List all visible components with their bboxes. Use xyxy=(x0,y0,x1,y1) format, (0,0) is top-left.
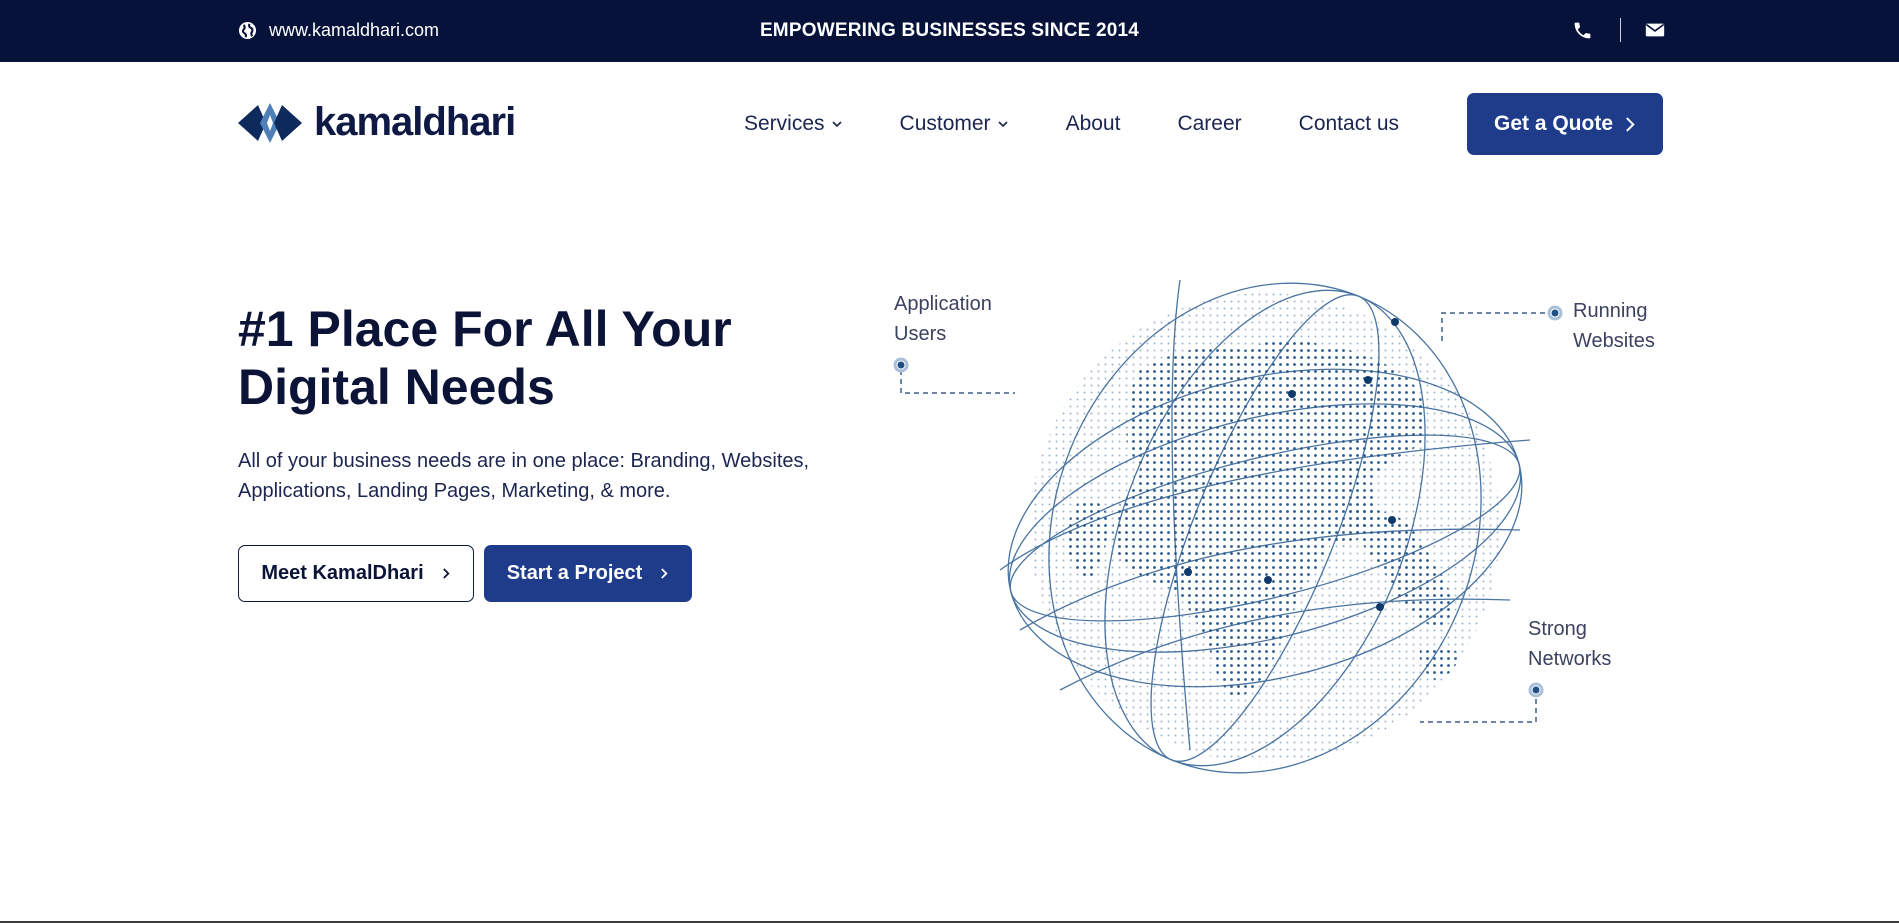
mail-icon[interactable] xyxy=(1643,18,1667,42)
top-bar: www.kamaldhari.com EMPOWERING BUSINESSES… xyxy=(0,0,1899,62)
button-label: Meet KamalDhari xyxy=(261,562,424,584)
logo-text: kamaldhari xyxy=(314,100,516,144)
callout-line: Websites xyxy=(1573,330,1655,352)
nav-item-label: Career xyxy=(1177,112,1242,135)
start-a-project-button[interactable]: Start a Project xyxy=(484,545,692,602)
callout-line: Strong xyxy=(1528,618,1587,640)
callout-line: Running xyxy=(1573,300,1648,322)
button-label: Start a Project xyxy=(506,562,643,584)
chevron-right-icon xyxy=(661,568,668,579)
callout-line: Users xyxy=(894,323,947,345)
callout-dot-networks xyxy=(1528,682,1544,698)
chevron-right-icon xyxy=(442,568,450,579)
hero-subtitle-line: All of your business needs are in one pl… xyxy=(238,450,810,472)
hero-title-line: #1 Place For All Your xyxy=(238,301,732,357)
logo-mark-icon xyxy=(238,102,302,143)
nav-item-contact[interactable]: Contact us xyxy=(1299,112,1399,136)
nav-item-label: Contact us xyxy=(1298,112,1400,135)
callout-dot-users xyxy=(893,357,909,373)
logo[interactable]: kamaldhari xyxy=(238,100,516,145)
callout-strong-networks: Strong Networks xyxy=(1528,614,1611,674)
nav-item-career[interactable]: Career xyxy=(1177,112,1241,136)
callout-dot-websites xyxy=(1547,305,1563,321)
callout-line: Application xyxy=(894,293,992,315)
nav-item-customer[interactable]: Customer xyxy=(900,112,1009,136)
callout-application-users: Application Users xyxy=(894,289,992,349)
globe-illustration xyxy=(999,279,1530,774)
hero-title: #1 Place For All Your Digital Needs xyxy=(238,300,878,416)
quote-button-label: Get a Quote xyxy=(1493,112,1614,135)
hero-title-line: Digital Needs xyxy=(238,359,555,415)
nav-item-about[interactable]: About xyxy=(1066,112,1121,136)
nav-item-label: About xyxy=(1065,112,1121,135)
nav-menu: Services Customer About Career Contact u… xyxy=(744,112,1399,136)
hero-subtitle: All of your business needs are in one pl… xyxy=(238,446,898,506)
meet-kamaldhari-button[interactable]: Meet KamalDhari xyxy=(238,545,474,602)
main-header: kamaldhari Services Customer About Caree… xyxy=(0,62,1899,186)
nav-item-label: Services xyxy=(744,112,825,135)
phone-icon[interactable] xyxy=(1570,18,1594,42)
chevron-right-icon xyxy=(1626,116,1635,132)
chevron-down-icon xyxy=(997,121,1008,128)
chevron-down-icon xyxy=(831,121,842,128)
callout-running-websites: Running Websites xyxy=(1573,296,1655,356)
get-a-quote-button[interactable]: Get a Quote xyxy=(1467,93,1663,155)
callout-line: Networks xyxy=(1528,648,1612,670)
nav-item-label: Customer xyxy=(899,112,991,135)
contact-divider xyxy=(1620,18,1621,42)
nav-item-services[interactable]: Services xyxy=(744,112,843,136)
contact-icons xyxy=(1570,18,1667,42)
hero-subtitle-line: Applications, Landing Pages, Marketing, … xyxy=(238,480,671,502)
